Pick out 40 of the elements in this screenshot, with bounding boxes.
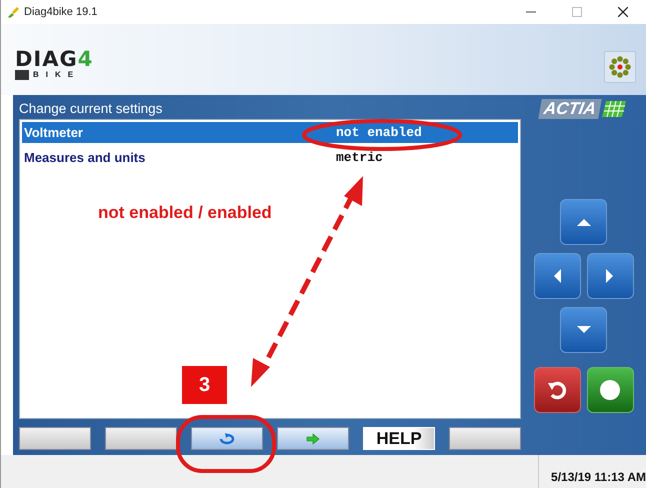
setting-row[interactable]: Measures and units metric <box>22 147 518 168</box>
right-triangle-icon <box>605 268 615 284</box>
next-button[interactable] <box>277 427 349 450</box>
setting-label: Voltmeter <box>24 125 84 140</box>
left-arrow-button[interactable] <box>534 253 580 299</box>
blank-button[interactable] <box>105 427 177 450</box>
ok-button[interactable] <box>586 367 634 413</box>
dots-button[interactable] <box>604 50 636 82</box>
grid-logo-icon <box>600 100 627 118</box>
setting-label: Measures and units <box>24 150 146 165</box>
logo-tagline: BIKE <box>15 70 80 80</box>
blank-button[interactable] <box>449 427 521 450</box>
down-triangle-icon <box>576 325 592 335</box>
down-arrow-button[interactable] <box>560 307 607 353</box>
panel-title: Change current settings <box>19 100 164 118</box>
annotation-caption: not enabled / enabled <box>98 203 272 223</box>
setting-row[interactable]: Voltmeter not enabled <box>22 122 518 143</box>
undo-icon <box>547 380 567 400</box>
up-triangle-icon <box>576 217 592 227</box>
setting-value: not enabled <box>336 125 422 140</box>
right-arrow-icon <box>306 432 320 444</box>
undo-button[interactable] <box>534 367 580 413</box>
right-arrow-button[interactable] <box>586 253 634 299</box>
step-number: 3 <box>182 366 227 404</box>
status-datetime: 5/13/19 11:13 AM <box>550 470 646 486</box>
up-arrow-button[interactable] <box>560 199 607 245</box>
close-icon <box>618 7 628 17</box>
actia-logo-text: ACTIA <box>538 99 602 119</box>
circle-icon <box>599 379 621 401</box>
blank-button[interactable] <box>19 427 91 450</box>
left-triangle-icon <box>552 268 562 284</box>
circular-arrow-icon <box>219 432 235 444</box>
window-title: Diag4bike 19.1 <box>24 6 98 18</box>
refresh-button[interactable] <box>191 427 263 450</box>
logo-wordmark: DIAG4 <box>15 49 94 69</box>
maximize-icon <box>572 7 582 17</box>
dots-icon <box>608 54 632 78</box>
help-button[interactable]: HELP <box>363 427 435 450</box>
setting-value: metric <box>336 150 383 165</box>
app-icon <box>7 6 19 18</box>
